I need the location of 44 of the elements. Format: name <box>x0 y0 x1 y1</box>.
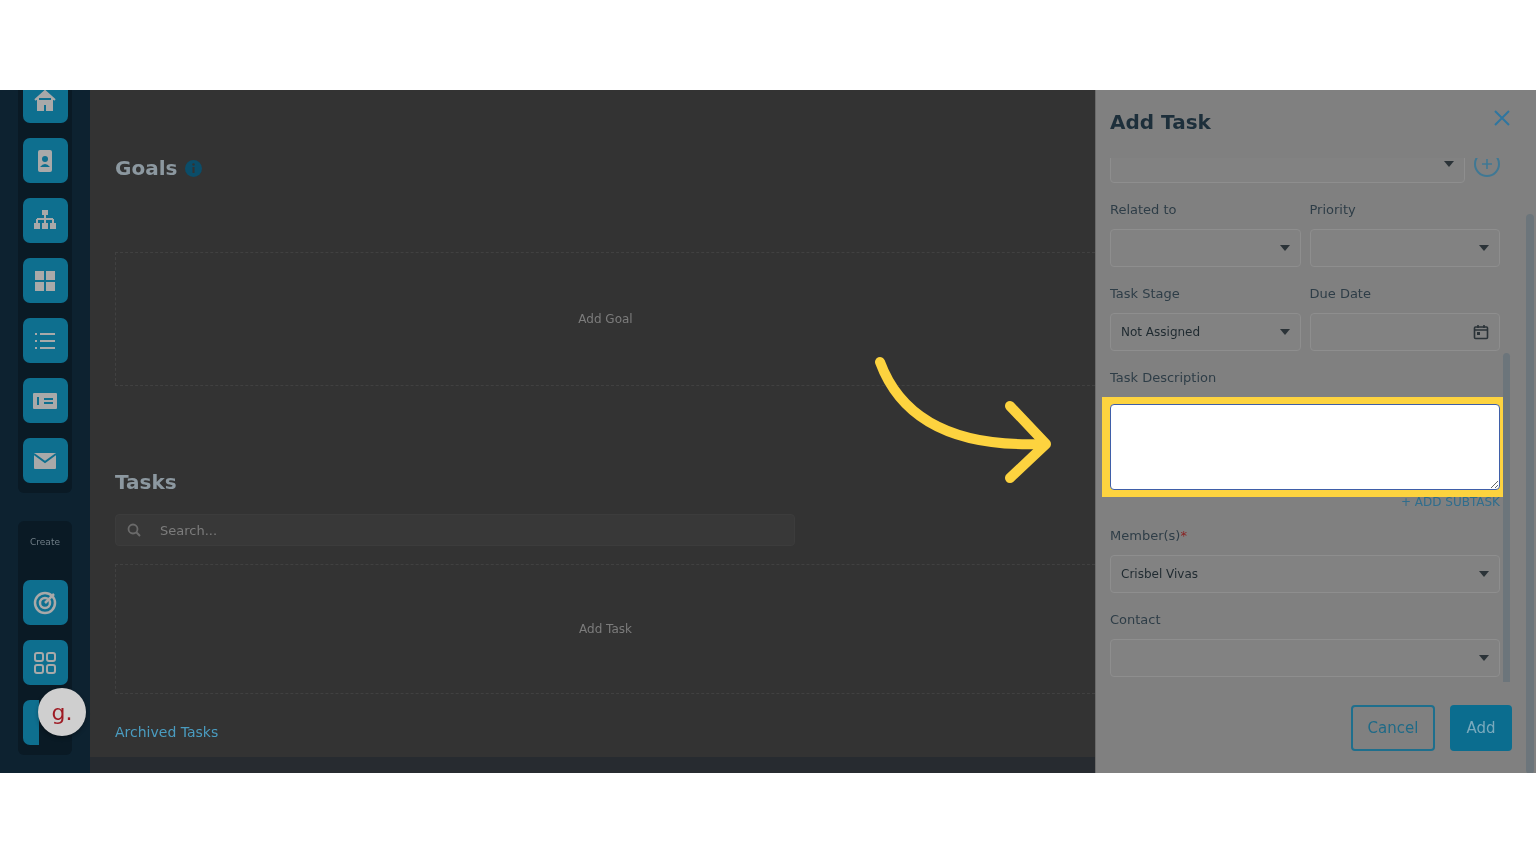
dropdown-field[interactable]: Not Assigned <box>1110 313 1301 351</box>
empty-text: Add Task <box>579 622 632 636</box>
field-label: Task Stage <box>1110 286 1181 301</box>
apps-button[interactable] <box>22 640 68 685</box>
date-field[interactable] <box>1309 313 1500 351</box>
field-label: Task Description <box>1110 370 1218 385</box>
caret-icon <box>1479 655 1489 661</box>
hierarchy-button[interactable] <box>22 198 68 243</box>
invoice-button[interactable] <box>22 378 68 423</box>
caret-icon <box>1279 329 1290 335</box>
section-title: Tasks <box>115 470 177 494</box>
dropdown-field[interactable] <box>1110 229 1301 267</box>
search-icon <box>127 523 141 537</box>
grid-button[interactable] <box>22 258 68 303</box>
target-button[interactable] <box>22 580 68 625</box>
field-label: Related to <box>1110 202 1178 217</box>
description-field[interactable] <box>1110 404 1500 490</box>
empty-text: Add Goal <box>578 312 633 326</box>
submit-button[interactable]: Add <box>1450 704 1512 751</box>
caret-icon <box>1444 161 1454 167</box>
list-button[interactable] <box>22 318 68 363</box>
sidebar-button[interactable] <box>22 700 39 745</box>
section-title: Goals <box>115 156 178 180</box>
dropdown-field[interactable]: Crisbel Vivas <box>1110 555 1500 593</box>
contact-card-button[interactable] <box>22 138 68 183</box>
field-label: Contact <box>1110 612 1162 627</box>
archived-tasks-link[interactable]: Archived Tasks <box>115 724 219 740</box>
home-button[interactable] <box>22 90 68 123</box>
caret-icon <box>1279 245 1290 251</box>
caret-icon <box>1479 245 1489 251</box>
caret-icon <box>1479 571 1489 577</box>
field-label: Member(s)* <box>1110 528 1188 543</box>
cancel-button[interactable]: Cancel <box>1351 704 1435 751</box>
field-label: Due Date <box>1309 286 1372 301</box>
calendar-icon <box>1473 324 1489 340</box>
envelope-button[interactable] <box>22 438 68 483</box>
scrollbar-thumb[interactable] <box>1526 214 1534 773</box>
dropdown-field[interactable] <box>1110 639 1500 677</box>
panel-title: Add Task <box>1110 110 1211 134</box>
section-label: Create <box>30 537 60 547</box>
scrollbar-thumb[interactable] <box>1503 353 1510 682</box>
search-field[interactable]: Search... <box>115 514 795 546</box>
dropdown-field[interactable] <box>1309 229 1500 267</box>
field-label: Priority <box>1309 202 1357 217</box>
